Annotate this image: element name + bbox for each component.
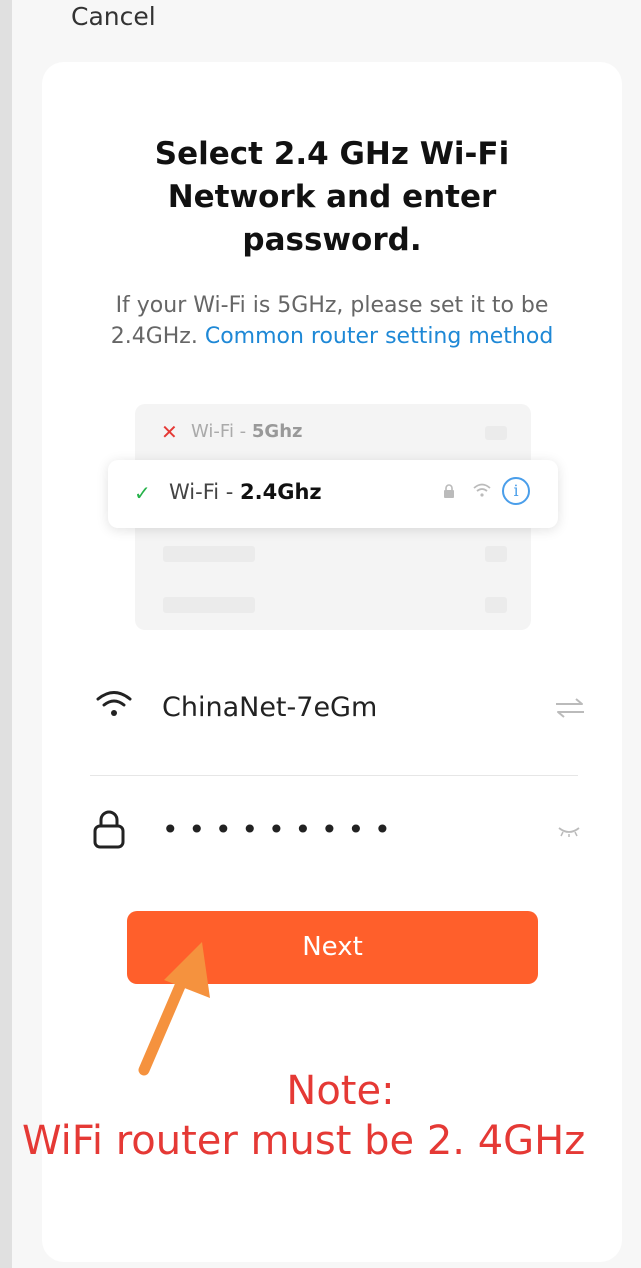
- illustration-24ghz-band: 2.4Ghz: [240, 480, 322, 504]
- lock-icon: [444, 484, 454, 498]
- placeholder-bar: [485, 426, 507, 440]
- password-field[interactable]: •••••••••: [162, 813, 401, 846]
- wifi-icon: [473, 483, 491, 497]
- cross-icon: ✕: [161, 420, 178, 444]
- lock-icon: [93, 810, 125, 849]
- info-icon: i: [502, 477, 530, 505]
- hint-line-2-prefix: 2.4GHz.: [110, 324, 198, 349]
- placeholder-bar: [163, 597, 255, 613]
- illustration-5ghz-label: Wi-Fi - 5Ghz: [191, 421, 302, 442]
- title-line-3: password.: [242, 222, 422, 258]
- cancel-button[interactable]: Cancel: [71, 2, 156, 31]
- switch-network-icon[interactable]: [554, 698, 586, 718]
- hint-line-2: 2.4GHz. Common router setting method: [42, 321, 622, 352]
- field-divider: [90, 775, 578, 776]
- illustration-row-24ghz: ✓ Wi-Fi - 2.4Ghz i: [108, 460, 558, 528]
- placeholder-bar: [485, 597, 507, 613]
- illustration-row-5ghz: ✕ Wi-Fi - 5Ghz: [135, 404, 531, 460]
- illustration-5ghz-band: 5Ghz: [251, 421, 303, 442]
- page-title: Select 2.4 GHz Wi-Fi Network and enter p…: [42, 133, 622, 262]
- placeholder-bar: [485, 546, 507, 562]
- illustration-5ghz-prefix: Wi-Fi -: [191, 421, 252, 442]
- arrow-icon: [138, 942, 210, 1076]
- router-setting-link[interactable]: Common router setting method: [205, 324, 553, 349]
- title-line-1: Select 2.4 GHz Wi-Fi: [154, 136, 510, 172]
- check-icon: ✓: [134, 481, 151, 505]
- hint-text: If your Wi-Fi is 5GHz, please set it to …: [42, 290, 622, 352]
- placeholder-bar: [163, 546, 255, 562]
- eye-closed-icon[interactable]: [558, 826, 580, 838]
- note-annotation: Note: WiFi router must be 2. 4GHz: [0, 1066, 641, 1166]
- note-title: Note:: [286, 1068, 395, 1114]
- hint-line-1: If your Wi-Fi is 5GHz, please set it to …: [115, 293, 549, 318]
- note-text: WiFi router must be 2. 4GHz: [22, 1118, 586, 1164]
- illustration-24ghz-label: Wi-Fi - 2.4Ghz: [169, 480, 322, 504]
- wifi-icon: [96, 691, 132, 716]
- wifi-ssid-field[interactable]: ChinaNet-7eGm: [162, 692, 377, 723]
- illustration-24ghz-prefix: Wi-Fi -: [169, 480, 241, 504]
- title-line-2: Network and enter: [167, 179, 497, 215]
